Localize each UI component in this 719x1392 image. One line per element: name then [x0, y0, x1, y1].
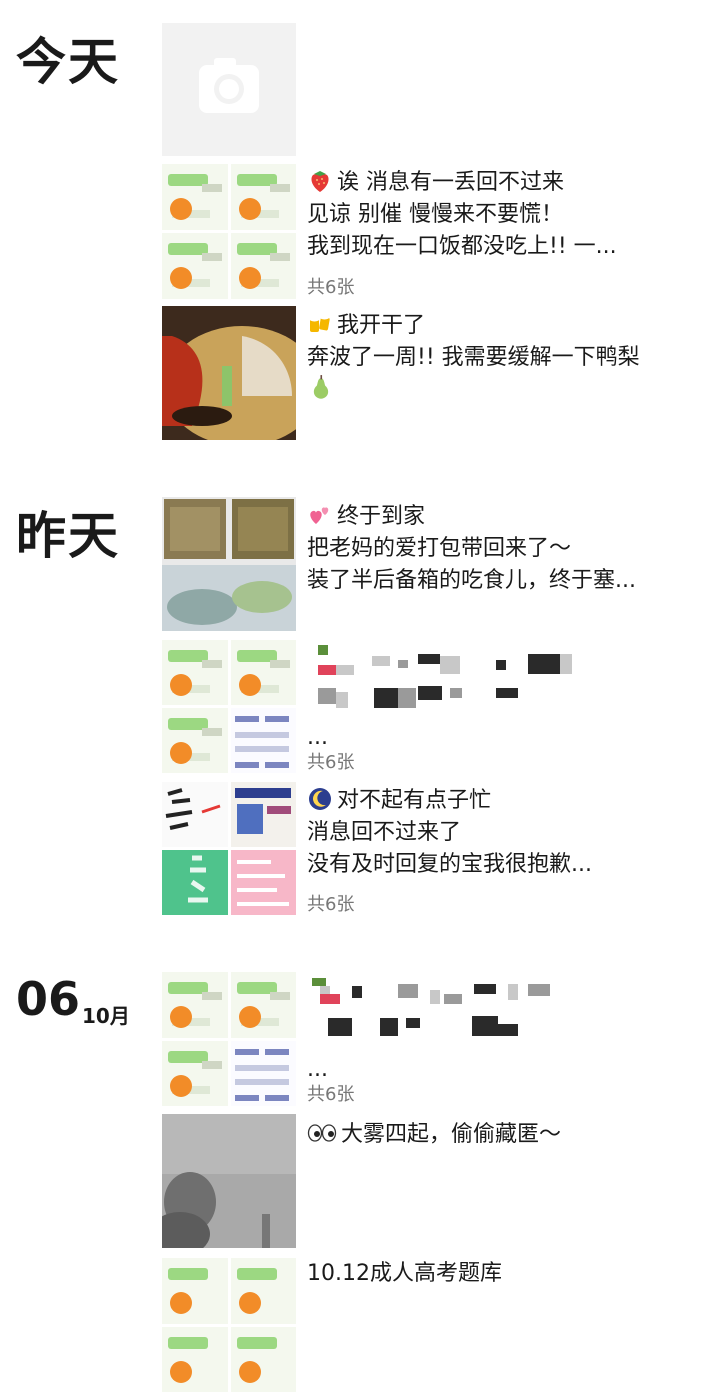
- post-line: 终于到家: [337, 504, 426, 529]
- section-label-day: 06: [16, 972, 81, 1026]
- photo-count: 共6张: [307, 752, 355, 773]
- post-thumbnail[interactable]: [162, 1258, 296, 1392]
- post-text[interactable]: 终于到家 把老妈的爱打包带回来了～ 装了半后备箱的吃食儿，终于塞...: [307, 501, 707, 597]
- post-text[interactable]: ...: [307, 722, 707, 754]
- eyes-icon: [307, 1124, 337, 1142]
- post-line: 诶 消息有一丢回不过来: [337, 170, 564, 195]
- post-thumbnail[interactable]: [162, 1114, 296, 1248]
- post-line: 把老妈的爱打包带回来了～: [307, 536, 572, 561]
- hotpot-photo: [162, 306, 296, 440]
- post-line: 大雾四起，偷偷藏匿～: [341, 1122, 562, 1147]
- pear-icon: [313, 375, 329, 399]
- camera-post-button[interactable]: [162, 23, 296, 156]
- post-text[interactable]: 对不起有点子忙 消息回不过来了 没有及时回复的宝我很抱歉...: [307, 785, 707, 881]
- post-thumbnail[interactable]: [162, 497, 296, 631]
- food-boxes-photo: [162, 497, 296, 631]
- photo-count: 共6张: [307, 894, 355, 915]
- photo-count: 共6张: [307, 1084, 355, 1105]
- post-text[interactable]: 我开干了 奔波了一周!! 我需要缓解一下鸭梨: [307, 310, 707, 407]
- post-text[interactable]: 大雾四起，偷偷藏匿～: [307, 1119, 707, 1151]
- camera-icon: [199, 58, 259, 113]
- post-line: 消息回不过来了: [307, 820, 462, 845]
- crescent-moon-icon: [309, 788, 331, 810]
- post-thumbnail[interactable]: [162, 306, 296, 440]
- post-line: ...: [307, 1057, 328, 1082]
- post-line: 没有及时回复的宝我很抱歉...: [307, 852, 592, 877]
- post-text[interactable]: ...: [307, 1054, 707, 1086]
- post-text[interactable]: 10.12成人高考题库: [307, 1258, 707, 1290]
- fog-photo: [162, 1114, 296, 1248]
- post-line: 装了半后备箱的吃食儿，终于塞...: [307, 568, 636, 593]
- post-line: 10.12成人高考题库: [307, 1261, 502, 1286]
- post-thumbnail[interactable]: [162, 640, 296, 773]
- post-line: 见谅 别催 慢慢来不要慌！: [307, 202, 563, 227]
- two-hearts-icon: [310, 507, 329, 524]
- post-thumbnail[interactable]: [162, 972, 296, 1106]
- post-text[interactable]: 诶 消息有一丢回不过来 见谅 别催 慢慢来不要慌！ 我到现在一口饭都没吃上!! …: [307, 167, 707, 263]
- section-label-month: 10月: [82, 1004, 130, 1028]
- section-label-today: 今天: [16, 33, 120, 91]
- strawberry-icon: [311, 171, 329, 192]
- post-line: 我到现在一口饭都没吃上!! 一...: [307, 234, 617, 259]
- post-line: 对不起有点子忙: [337, 788, 492, 813]
- beer-mugs-icon: [309, 314, 330, 332]
- section-label-yesterday: 昨天: [16, 507, 120, 565]
- post-thumbnail[interactable]: [162, 782, 296, 915]
- post-line: 我开干了: [337, 313, 426, 338]
- post-line: 奔波了一周!! 我需要缓解一下鸭梨: [307, 345, 640, 370]
- photo-count: 共6张: [307, 277, 355, 298]
- post-thumbnail[interactable]: [162, 164, 296, 299]
- post-line: ...: [307, 725, 328, 750]
